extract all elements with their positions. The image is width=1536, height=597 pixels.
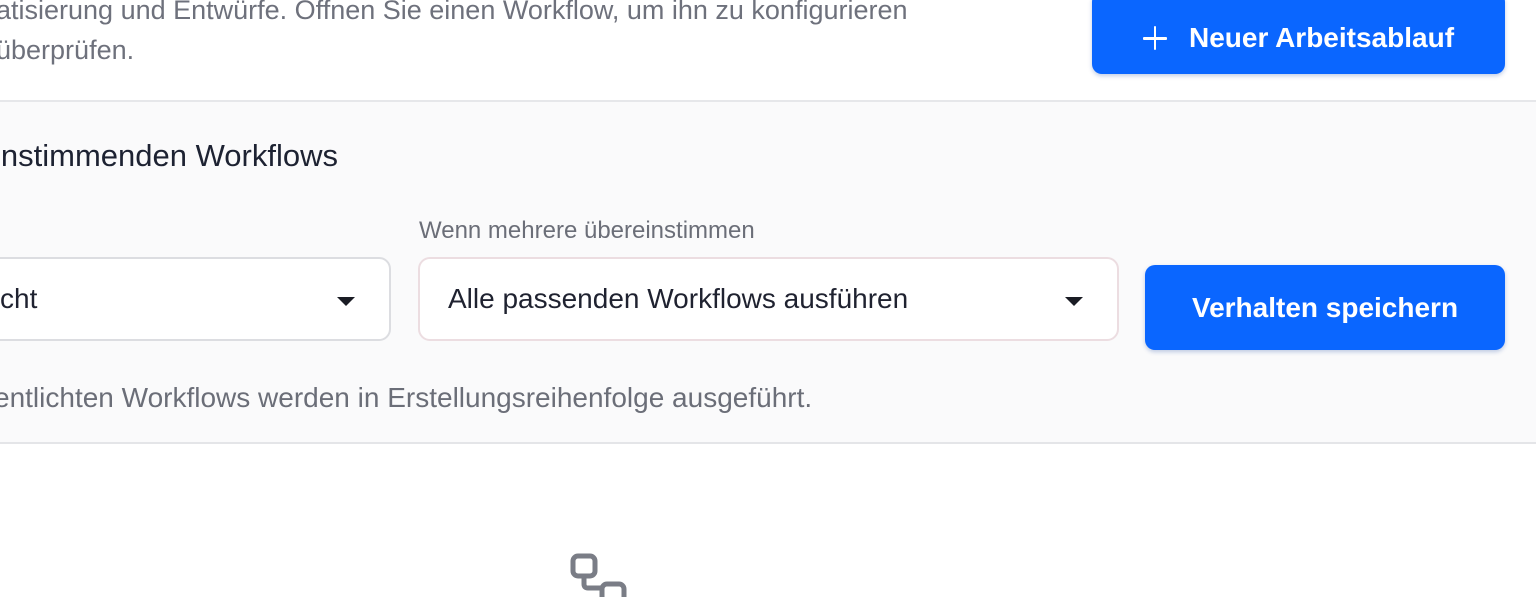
panel-title: instimmenden Workflows — [0, 138, 338, 173]
new-workflow-button[interactable]: Neuer Arbeitsablauf — [1092, 0, 1505, 74]
save-behavior-button[interactable]: Verhalten speichern — [1145, 265, 1505, 350]
workflow-behavior-panel: instimmenden Workflows cht Wenn mehrere … — [0, 102, 1536, 444]
multi-match-select-value: Alle passenden Workflows ausführen — [448, 283, 909, 314]
page-header: atisierung und Entwürfe. Öffnen Sie eine… — [0, 0, 1536, 102]
behavior-select[interactable]: cht — [0, 257, 391, 341]
workflow-icon — [570, 553, 627, 597]
page-description: atisierung und Entwürfe. Öffnen Sie eine… — [0, 0, 1066, 70]
panel-hint: entlichten Workflows werden in Erstellun… — [0, 382, 813, 413]
plus-icon — [1142, 26, 1167, 50]
page-description-line-2: überprüfen. — [0, 35, 135, 65]
new-workflow-button-label: Neuer Arbeitsablauf — [1188, 22, 1455, 53]
multi-match-select[interactable]: Alle passenden Workflows ausführen — [418, 257, 1119, 341]
multi-match-label: Wenn mehrere übereinstimmen — [419, 217, 755, 244]
chevron-down-icon — [1065, 297, 1083, 306]
chevron-down-icon — [337, 297, 355, 306]
workflows-page: atisierung und Entwürfe. Öffnen Sie eine… — [0, 0, 1536, 597]
behavior-select-value: cht — [0, 283, 38, 314]
page-description-line-1: atisierung und Entwürfe. Öffnen Sie eine… — [0, 0, 908, 25]
